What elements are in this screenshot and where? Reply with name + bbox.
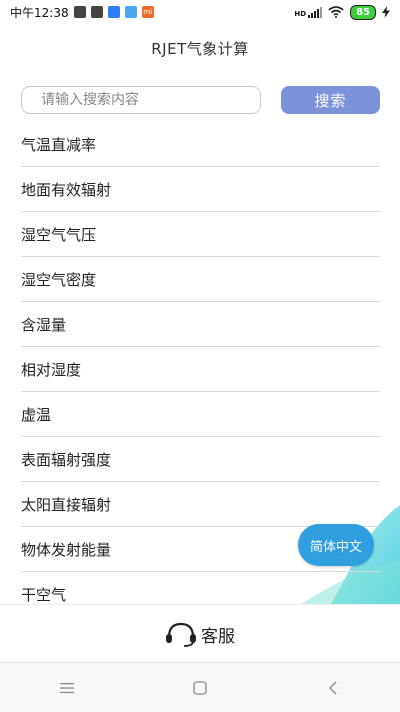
- list-item[interactable]: 湿空气气压: [21, 212, 380, 257]
- search-input[interactable]: [21, 86, 261, 114]
- app-notification-icon-4: [124, 6, 137, 18]
- signal-icon: HD: [294, 6, 323, 18]
- list-item[interactable]: 太阳直接辐射: [21, 482, 380, 527]
- list-item[interactable]: 相对湿度: [21, 347, 380, 392]
- status-right: HD 85: [294, 4, 390, 20]
- battery-indicator: 85: [350, 4, 376, 20]
- list-item[interactable]: 湿空气密度: [21, 257, 380, 302]
- home-icon: [193, 680, 207, 695]
- system-nav-bar: [0, 662, 400, 712]
- service-label: 客服: [201, 626, 235, 647]
- wifi-icon: [328, 6, 344, 18]
- search-button[interactable]: 搜索: [281, 86, 380, 114]
- signal-bars-icon: [308, 6, 323, 18]
- status-time: 中午12:38: [10, 5, 69, 20]
- headset-icon: [166, 622, 196, 647]
- list-item[interactable]: 虚温: [21, 392, 380, 437]
- charging-icon: [382, 6, 390, 18]
- list-item[interactable]: 地面有效辐射: [21, 167, 380, 212]
- app-notification-icon: [73, 6, 86, 18]
- status-bar: 中午12:38 mi HD 85: [0, 0, 400, 24]
- list-item[interactable]: 表面辐射强度: [21, 437, 380, 482]
- home-nav-button[interactable]: [180, 668, 220, 708]
- app-notification-icon-2: [90, 6, 103, 18]
- list-item[interactable]: 气温直减率: [21, 122, 380, 167]
- app-notification-icon-3: [107, 6, 120, 18]
- language-switch-button[interactable]: 简体中文: [298, 524, 374, 566]
- back-nav-button[interactable]: [313, 668, 353, 708]
- mi-icon: mi: [141, 6, 154, 18]
- customer-service-bar[interactable]: 客服: [0, 604, 400, 663]
- hd-label: HD: [294, 9, 307, 18]
- menu-icon: [59, 682, 74, 693]
- list-item[interactable]: 含湿量: [21, 302, 380, 347]
- menu-nav-button[interactable]: [47, 668, 87, 708]
- page-title: RJET气象计算: [151, 40, 249, 58]
- status-left: 中午12:38 mi: [10, 4, 154, 21]
- back-icon: [329, 681, 337, 694]
